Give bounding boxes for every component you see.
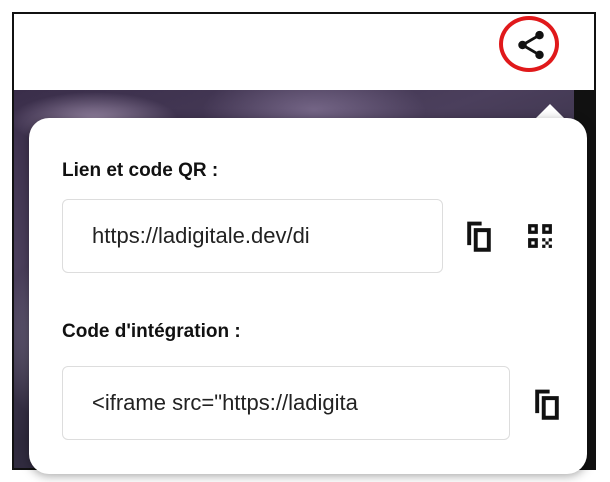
qr-code-icon (528, 224, 552, 248)
link-section-label: Lien et code QR : (62, 160, 219, 181)
copy-embed-button[interactable] (529, 386, 565, 422)
embed-section-label: Code d'intégration : (62, 321, 241, 342)
share-popover: Lien et code QR : https://ladigitale.dev… (29, 118, 587, 474)
copy-icon (535, 389, 559, 420)
copy-link-button[interactable] (461, 218, 497, 254)
share-url-field[interactable]: https://ladigitale.dev/di (62, 199, 443, 273)
copy-icon (467, 221, 491, 252)
share-button[interactable] (508, 22, 554, 68)
embed-code-text: <iframe src="https://ladigita (92, 390, 358, 415)
embed-code-field[interactable]: <iframe src="https://ladigita (62, 366, 510, 440)
share-icon (518, 30, 544, 60)
top-bar (14, 14, 594, 90)
qr-code-button[interactable] (524, 220, 556, 252)
share-url-text: https://ladigitale.dev/di (92, 223, 310, 248)
